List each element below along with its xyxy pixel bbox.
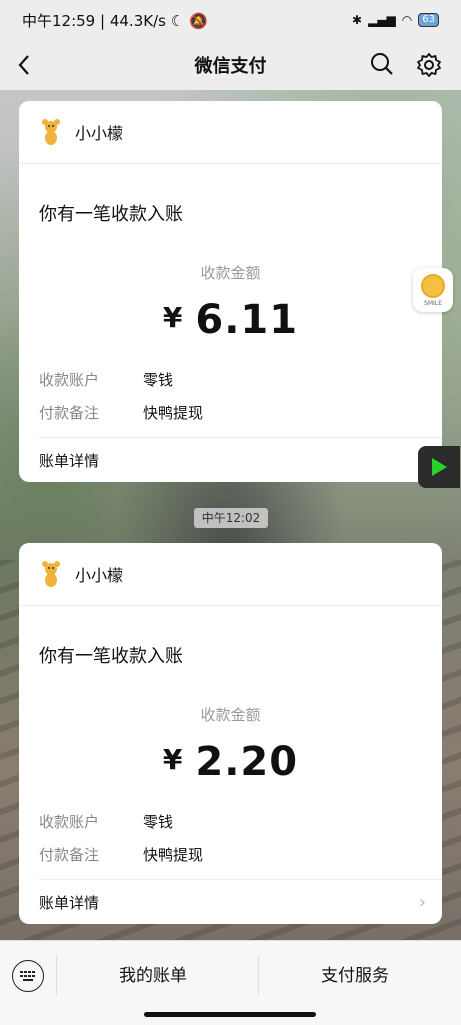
note-row: 付款备注 快鸭提现 xyxy=(39,402,422,423)
account-key: 收款账户 xyxy=(39,371,100,389)
floating-smile-widget[interactable]: SMILE xyxy=(413,268,453,312)
wifi-icon: ◠ xyxy=(401,13,413,27)
amount-label: 收款金额 xyxy=(200,706,261,724)
currency-symbol: ¥ xyxy=(162,301,184,334)
bluetooth-icon: ✱ xyxy=(352,13,363,27)
coin-icon xyxy=(421,273,445,298)
menu-divider xyxy=(56,955,57,995)
status-time: 中午12:59 xyxy=(22,11,96,30)
note-value: 快鸭提现 xyxy=(143,846,204,864)
menu-divider xyxy=(258,955,259,995)
status-right: ✱ ▂▄▆ ◠ 63 xyxy=(352,13,439,27)
signal-icon: ▂▄▆ xyxy=(368,13,396,27)
network-speed: 44.3K/s xyxy=(109,11,166,30)
moon-icon: ☾ xyxy=(170,11,189,30)
account-value: 零钱 xyxy=(143,813,174,831)
bill-details-link[interactable]: 账单详情 › xyxy=(39,879,442,924)
bill-details-link[interactable]: 账单详情 › xyxy=(39,437,442,482)
search-icon[interactable] xyxy=(369,51,395,77)
sender-name: 小小檬 xyxy=(75,566,124,585)
floating-play-button[interactable] xyxy=(418,446,460,488)
card-header: 小小檬 xyxy=(19,101,442,164)
message-timestamp: 中午12:02 xyxy=(194,508,268,528)
smile-label: SMILE xyxy=(424,299,442,307)
sender-name: 小小檬 xyxy=(75,124,124,143)
account-key: 收款账户 xyxy=(39,813,100,831)
bill-details-label: 账单详情 xyxy=(39,451,100,470)
my-bill-button[interactable]: 我的账单 xyxy=(119,961,187,986)
mute-icon: 🔕 xyxy=(188,11,208,30)
amount-value: ¥2.20 xyxy=(39,739,422,785)
account-value: 零钱 xyxy=(143,371,174,389)
card-subject: 你有一笔收款入账 xyxy=(39,204,183,225)
currency-symbol: ¥ xyxy=(162,743,184,776)
battery-icon: 63 xyxy=(418,13,439,27)
status-left: 中午12:59 | 44.3K/s ☾ 🔕 xyxy=(22,11,208,30)
keyboard-icon[interactable] xyxy=(12,960,44,992)
account-row: 收款账户 零钱 xyxy=(39,369,422,390)
back-arrow-icon[interactable] xyxy=(12,50,38,80)
amount-label: 收款金额 xyxy=(200,264,261,282)
page-title: 微信支付 xyxy=(194,56,267,77)
amount-number: 2.20 xyxy=(195,739,299,785)
mascot-avatar-icon xyxy=(42,119,60,145)
note-row: 付款备注 快鸭提现 xyxy=(39,844,422,865)
gear-icon[interactable] xyxy=(415,51,443,79)
home-indicator[interactable] xyxy=(144,1012,316,1017)
status-bar: 中午12:59 | 44.3K/s ☾ 🔕 ✱ ▂▄▆ ◠ 63 xyxy=(0,0,461,40)
mascot-avatar-icon xyxy=(42,561,60,587)
chevron-right-icon: › xyxy=(418,891,426,913)
payment-card[interactable]: 小小檬 你有一笔收款入账 收款金额 ¥2.20 收款账户 零钱 付款备注 快鸭提… xyxy=(19,543,442,924)
amount-value: ¥6.11 xyxy=(39,297,422,343)
note-key: 付款备注 xyxy=(39,404,100,422)
bill-details-label: 账单详情 xyxy=(39,893,100,912)
account-row: 收款账户 零钱 xyxy=(39,811,422,832)
payment-card[interactable]: 小小檬 你有一笔收款入账 收款金额 ¥6.11 收款账户 零钱 付款备注 快鸭提… xyxy=(19,101,442,482)
amount-number: 6.11 xyxy=(195,297,299,343)
note-key: 付款备注 xyxy=(39,846,100,864)
note-value: 快鸭提现 xyxy=(143,404,204,422)
card-subject: 你有一笔收款入账 xyxy=(39,646,183,667)
pay-service-button[interactable]: 支付服务 xyxy=(321,961,389,986)
card-header: 小小檬 xyxy=(19,543,442,606)
nav-header: 微信支付 xyxy=(0,40,461,90)
play-icon xyxy=(432,458,447,476)
